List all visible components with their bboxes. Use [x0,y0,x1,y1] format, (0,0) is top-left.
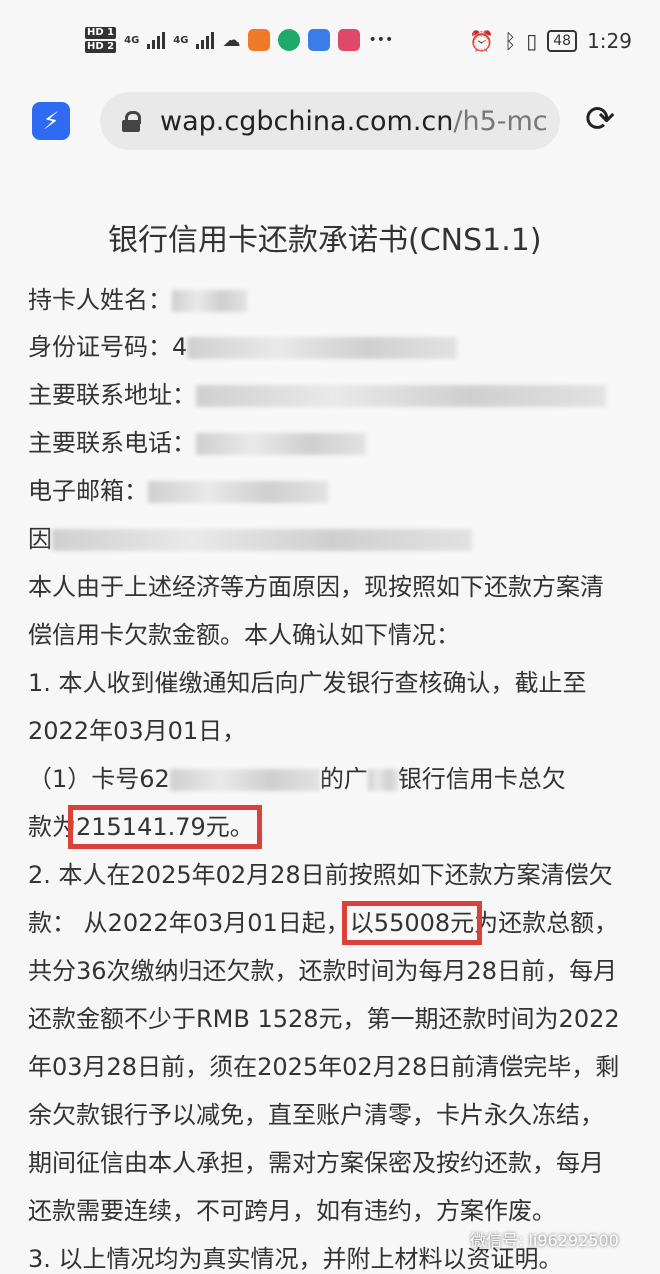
clause-2-line: 2. 本人在2025年02月28日前按照如下还款方案清偿欠 [28,861,613,889]
battery-icon: 48 [547,30,578,52]
clause-1-line: 1. 本人收到催缴通知后向广发银行查核确认，截止至 [28,669,587,697]
browser-logo-icon[interactable]: ⚡ [32,102,70,140]
status-bar: HD 1 HD 2 4G 4G ☁ ••• ⏰ ᛒ ▯ 48 1:29 [0,0,660,80]
app-notification-icon [308,29,331,51]
clause-2-line: 共分36次缴纳归还欠款，还款时间为每月28日前，每月 [28,957,618,985]
lock-icon [122,111,141,132]
more-icon: ••• [368,32,394,48]
clause-2-line: 年03月28日前，须在2025年02月28日前清偿完毕，剩 [28,1053,620,1081]
clause-2-line: 款： 从2022年03月01日起，以55008元为还款总额， [28,901,619,945]
clause-1-amount-line: 款为215141.79元。 [28,805,262,849]
clause-1-line: 2022年03月01日， [28,717,247,745]
clause-1-card-line: （1）卡号62 的广 银行信用卡总欠 [28,765,566,793]
signal-icon [196,31,215,49]
field-address: 主要联系地址： [28,375,606,410]
cloud-icon: ☁ [222,29,241,51]
highlighted-repayment-total: 以55008元 [341,901,483,945]
alarm-icon: ⏰ [469,29,495,53]
sim1-label: HD 1 [85,27,117,39]
paragraph-intro-line: 本人由于上述经济等方面原因，现按照如下还款方案清 [28,573,604,601]
field-reason: 因 [28,519,472,554]
clause-2-line: 还款金额不少于RMB 1528元，第一期还款时间为2022 [28,1005,620,1033]
field-phone: 主要联系电话： [28,423,366,458]
field-email: 电子邮箱： [28,471,328,506]
sim2-label: HD 2 [85,41,117,53]
signal-icon [147,31,166,49]
paragraph-intro-line: 偿信用卡欠款金额。本人确认如下情况： [28,621,460,649]
network-type-1: 4G [124,34,140,46]
sim-indicator: HD 1 HD 2 [85,27,117,53]
vibrate-icon: ▯ [526,29,538,53]
field-id-number: 身份证号码：4 [28,327,458,362]
clause-2-line: 期间征信由本人承担，需对方案保密及按约还款，每月 [28,1149,604,1177]
clause-2-line: 余欠款银行予以减免，直至账户清零，卡片永久冻结， [28,1101,604,1129]
field-cardholder-name: 持卡人姓名： [28,280,247,315]
network-type-2: 4G [173,34,189,46]
highlighted-debt-amount: 215141.79元。 [68,805,262,849]
clock: 1:29 [587,29,632,53]
watermark: 微信号: li96292500 [470,1231,619,1250]
clause-2-line: 还款需要连续，不可跨月，如有违约，方案作废。 [28,1197,556,1225]
bluetooth-icon: ᛒ [504,29,517,53]
reload-icon[interactable]: ⟳ [585,100,625,140]
app-notification-icon [248,29,271,51]
page-title: 银行信用卡还款承诺书(CNS1.1) [108,223,542,258]
url-text: wap.cgbchina.com.cn/h5-mc [160,105,548,137]
app-notification-icon [338,29,361,51]
app-notification-icon [278,29,301,51]
address-bar[interactable]: wap.cgbchina.com.cn/h5-mc [100,92,560,150]
